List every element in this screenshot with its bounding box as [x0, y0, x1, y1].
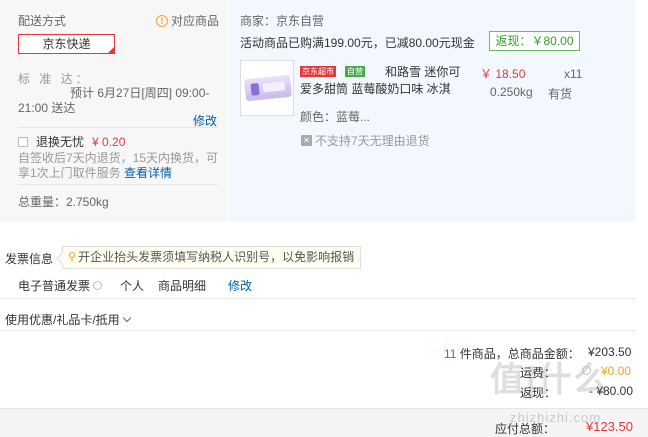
invoice-title: 发票信息 — [5, 252, 54, 266]
product-quantity: x11 — [564, 67, 583, 81]
jd-supermarket-badge: 京东超市 — [300, 66, 336, 77]
chevron-down-icon — [122, 313, 131, 323]
invoice-tip: ⚲ 开企业抬头发票须填写纳税人识别号，以免影响报销 — [62, 246, 362, 269]
ice-cream-pack-image — [243, 74, 293, 102]
divider — [0, 330, 636, 331]
return-description-text: 自签收后7天内退货，15天内换货，可享1次上门取件服务 — [18, 151, 219, 180]
no-return-icon: ✕ — [301, 135, 312, 146]
return-description: 自签收后7天内退货，15天内换货，可享1次上门取件服务 查看详情 — [18, 151, 223, 181]
match-products-label: 对应商品 — [171, 14, 220, 28]
invoice-tip-text: 开企业抬头发票须填写纳税人识别号，以免影响报销 — [78, 250, 355, 264]
return-checkbox[interactable] — [18, 136, 28, 147]
self-operated-badge: 自营 — [345, 66, 365, 77]
info-icon[interactable] — [582, 366, 591, 375]
item-count-summary: 11 件商品，总商品金额： — [444, 345, 580, 362]
jd-express-option[interactable]: 京东快递 — [18, 34, 115, 54]
shipping-fee-label: 运费： — [520, 366, 557, 380]
standard-delivery-label: 标 准 达： — [18, 72, 91, 86]
invoice-type: 电子普通发票 — [18, 277, 103, 294]
standard-delivery-time: 预计 6月27日[周四] 09:00-21:00 送达 — [18, 86, 210, 115]
promo-text: 活动商品已购满199.00元，已减80.00元现金 — [240, 36, 475, 50]
info-icon[interactable] — [93, 281, 103, 290]
product-price: ￥ 18.50 — [480, 67, 526, 81]
divider — [18, 127, 218, 128]
return-worry-free-row[interactable]: 退换无忧 ¥ 0.20 — [18, 133, 125, 150]
return-option-label: 退换无忧 — [36, 135, 85, 149]
rebate-amount: - ¥80.00 — [589, 384, 634, 398]
item-count-suffix: 件商品，总商品金额： — [456, 347, 580, 361]
payable-label: 应付总额： — [495, 422, 556, 436]
no-return-text: 不支持7天无理由退货 — [315, 134, 430, 148]
shipping-fee: ¥0.00 — [601, 364, 632, 378]
rebate-label: 返现： — [520, 386, 557, 400]
payable-total: ¥123.50 — [586, 419, 633, 434]
divider — [0, 298, 636, 299]
goods-total: ¥203.50 — [588, 345, 632, 359]
warning-icon: ! — [156, 14, 168, 27]
shipping-title: 配送方式 — [18, 14, 67, 28]
view-details-link[interactable]: 查看详情 — [124, 166, 172, 180]
match-products-link[interactable]: ! 对应商品 — [156, 12, 219, 29]
product-color: 颜色：蓝莓... — [300, 110, 371, 124]
invoice-type-label: 电子普通发票 — [18, 279, 91, 293]
rebate-tag: 返现：￥80.00 — [489, 31, 580, 51]
divider — [18, 184, 218, 185]
modify-invoice-link[interactable]: 修改 — [228, 277, 252, 294]
invoice-recipient: 个人 — [120, 279, 145, 293]
seller-name: 商家：京东自营 — [240, 14, 325, 28]
invoice-content: 商品明细 — [158, 279, 207, 293]
coupon-toggle[interactable]: 使用优惠/礼品卡/抵用 — [5, 311, 131, 328]
total-weight: 总重量：2.750kg — [18, 195, 109, 209]
product-stock-status: 有货 — [548, 87, 573, 101]
no-return-notice: ✕ 不支持7天无理由退货 — [301, 132, 430, 149]
product-weight: 0.250kg — [490, 85, 533, 99]
coupon-label: 使用优惠/礼品卡/抵用 — [5, 313, 120, 327]
return-option-price: ¥ 0.20 — [92, 134, 126, 149]
product-thumbnail[interactable] — [240, 60, 294, 116]
location-pin-icon: ⚲ — [68, 251, 77, 263]
item-count: 11 — [444, 347, 457, 361]
